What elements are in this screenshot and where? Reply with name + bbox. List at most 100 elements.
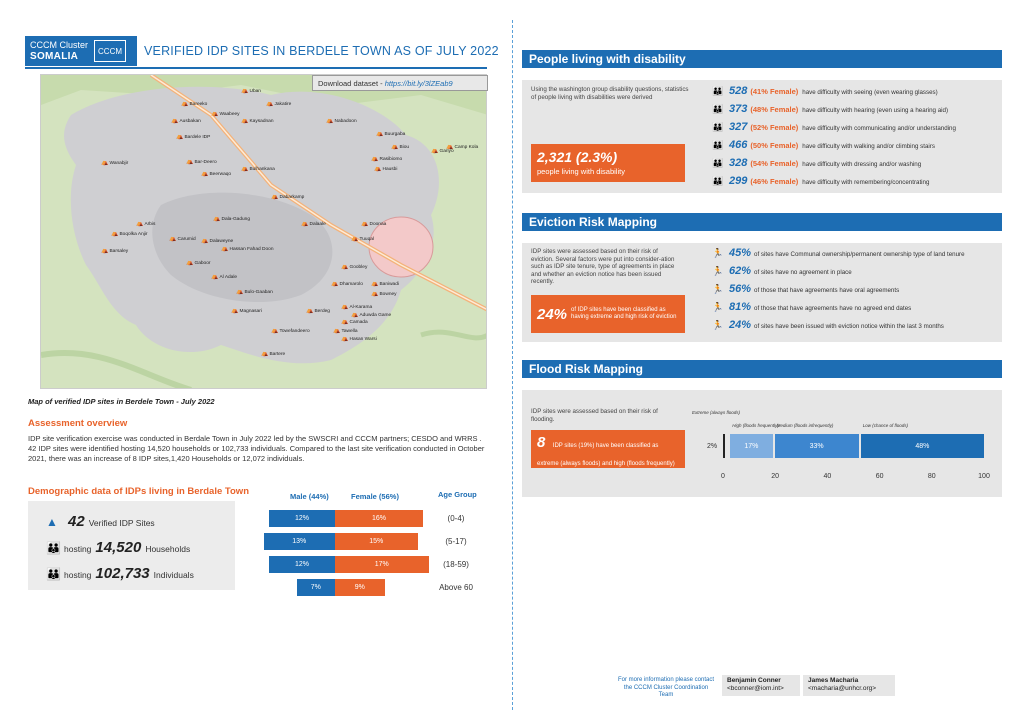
people-icon: 👪 [712, 86, 724, 96]
tent-icon: ⛺ [351, 312, 359, 318]
map-site-marker[interactable]: ⛺Camp Kola [446, 143, 478, 150]
map-site-label: Magnasari [239, 309, 262, 314]
map-site-marker[interactable]: ⛺Rasibiomo [371, 155, 402, 162]
tent-icon: ⛺ [186, 260, 194, 266]
map-site-marker[interactable]: ⛺Magnasari [231, 307, 262, 314]
map-site-marker[interactable]: ⛺Towefandeero [271, 327, 310, 334]
map-site-marker[interactable]: ⛺Dala-Gadung [213, 215, 250, 222]
eviction-pct-value: 81% [729, 301, 752, 313]
map-site-marker[interactable]: ⛺Dhamarolo [331, 280, 363, 287]
map-site-marker[interactable]: ⛺Camada [341, 318, 368, 325]
map-site-marker[interactable]: ⛺Uban [241, 87, 261, 94]
map-site-marker[interactable]: ⛺Jakatire [266, 100, 291, 107]
tent-icon: ⛺ [271, 328, 279, 334]
eviction-stat: 🏃 62% of sites have no agreement in place [712, 265, 852, 277]
map-site-marker[interactable]: ⛺Baniwadi [371, 280, 399, 287]
map-site-marker[interactable]: ⛺Carumid [169, 235, 196, 242]
contact-2-email[interactable]: <macharia@unhcr.org> [808, 685, 876, 692]
map-site-label: Camada [349, 320, 368, 325]
map-site-marker[interactable]: ⛺Kaysadnan [241, 117, 274, 124]
tent-icon: ⛺ [371, 281, 379, 287]
flood-axis-tick: 20 [771, 473, 780, 480]
tent-icon: ⛺ [186, 159, 194, 165]
tent-icon: ⛺ [171, 118, 179, 124]
eviction-pct-value: 45% [729, 247, 752, 259]
male-bar: 7% [296, 579, 335, 596]
map-site-marker[interactable]: ⛺Arbis [136, 220, 155, 227]
tent-icon: ⛺ [271, 194, 279, 200]
age-group-label: (5-17) [445, 537, 467, 546]
map-site-marker[interactable]: ⛺Hasan Warsi [341, 335, 377, 342]
map-site-label: Doonaa [369, 222, 387, 227]
download-link[interactable]: https://bit.ly/3lZEab9 [385, 79, 453, 88]
disability-stat: 👪 299 (46% Female) have difficulty with rem… [712, 175, 929, 187]
disability-description: have difficulty with communicating and/o… [802, 125, 956, 132]
cccm-logo: CCCM Cluster SOMALIA CCCM [25, 36, 137, 66]
tent-icon: ⛺ [266, 101, 274, 107]
map-site-marker[interactable]: ⛺Tuuqal [351, 235, 374, 242]
map-site-label: Barsaley [109, 249, 129, 254]
map-site-marker[interactable]: ⛺Waabeey [211, 110, 240, 117]
map-site-marker[interactable]: ⛺Bar-Deero [186, 158, 217, 165]
disability-female-share: (50% Female) [750, 141, 799, 150]
map-site-marker[interactable]: ⛺Al-Karama [341, 303, 372, 310]
map-site-marker[interactable]: ⛺Ausbakan [171, 117, 201, 124]
tent-icon: ⛺ [211, 111, 219, 117]
map-site-label: Jakatire [274, 102, 292, 107]
logo-line1: CCCM Cluster [30, 40, 89, 50]
map-site-marker[interactable]: ⛺Al Adale [211, 273, 237, 280]
map-site-marker[interactable]: ⛺Hassan Fahad Doon [221, 245, 273, 252]
cccm-emblem-icon: CCCM [94, 40, 127, 62]
flood-title: Flood Risk Mapping [522, 360, 1002, 378]
map-site-marker[interactable]: ⛺Aduwda Game [351, 311, 391, 318]
map-site-marker[interactable]: ⛺Hausbi [374, 165, 397, 172]
map-site-marker[interactable]: ⛺Buurgaba [376, 130, 405, 137]
map-site-marker[interactable]: ⛺Biou [391, 143, 409, 150]
disability-stat: 👪 328 (54% Female) have difficulty with dre… [712, 157, 921, 169]
map-site-marker[interactable]: ⛺Beerwaqo [201, 170, 231, 177]
age-group-label: Above 60 [439, 583, 473, 592]
contact-1: Benjamin Conner <bconner@iom.int> [722, 675, 800, 696]
tent-icon: ⛺ [331, 281, 339, 287]
map-site-marker[interactable]: ⛺Bardele IDP [176, 133, 210, 140]
map-site-label: Rasibiomo [379, 157, 403, 162]
map-site-marker[interactable]: ⛺Wanabjir [101, 159, 128, 166]
tent-icon: ⛺ [301, 221, 309, 227]
map-site-marker[interactable]: ⛺Bartere [261, 350, 285, 357]
map-site-marker[interactable]: ⛺Goobley [341, 263, 367, 270]
tent-icon: ⛺ [241, 118, 249, 124]
map-site-marker[interactable]: ⛺Barsaley [101, 247, 128, 254]
map-site-marker[interactable]: ⛺Gaboor [186, 259, 210, 266]
map-site-marker[interactable]: ⛺Bulo-Gaaban [236, 288, 273, 295]
map-site-label: Al-Karama [349, 305, 373, 310]
idp-site-map[interactable]: ⛺Uban ⛺Bareeko ⛺Jakatire ⛺Waabeey ⛺Ausbakan ⛺… [40, 74, 487, 389]
flood-count-label: IDP sites (19%) have been classified as … [537, 443, 675, 467]
tent-icon: ⛺ [169, 236, 177, 242]
map-site-marker[interactable]: ⛺Dalaale [301, 220, 326, 227]
map-site-label: Dalaale [309, 222, 326, 227]
map-site-marker[interactable]: ⛺Nabadoon [326, 117, 357, 124]
tent-icon: ⛺ [111, 231, 119, 237]
people-icon: 👪 [712, 122, 724, 132]
map-site-marker[interactable]: ⛺Berdeg [306, 307, 330, 314]
eviction-pct-value: 56% [729, 283, 752, 295]
households-label: Households [145, 544, 191, 554]
contact-1-email[interactable]: <bconner@iom.int> [727, 685, 784, 692]
map-site-marker[interactable]: ⛺Dabarkamp [271, 193, 304, 200]
disability-stat: 👪 528 (41% Female) have difficulty with see… [712, 85, 938, 97]
people-icon: 👪 [712, 104, 724, 114]
tent-icon: ⛺ [431, 148, 439, 154]
disability-female-share: (46% Female) [750, 177, 799, 186]
tent-icon: ⛺ [213, 216, 221, 222]
map-site-marker[interactable]: ⛺Dalaweyne [201, 237, 233, 244]
map-site-marker[interactable]: ⛺Boqolka Anjir [111, 230, 147, 237]
map-site-marker[interactable]: ⛺Bulhankana [241, 165, 275, 172]
map-site-label: Gaboor [194, 261, 211, 266]
map-site-marker[interactable]: ⛺Tawella [333, 327, 357, 334]
map-site-marker[interactable]: ⛺Doonaa [361, 220, 386, 227]
map-site-marker[interactable]: ⛺Bowney [371, 290, 397, 297]
map-site-marker[interactable]: ⛺Bareeko [181, 100, 207, 107]
map-site-label: Waabeey [219, 112, 240, 117]
tent-icon: ⛺ [341, 319, 349, 325]
map-site-label: Bardele IDP [184, 135, 211, 140]
